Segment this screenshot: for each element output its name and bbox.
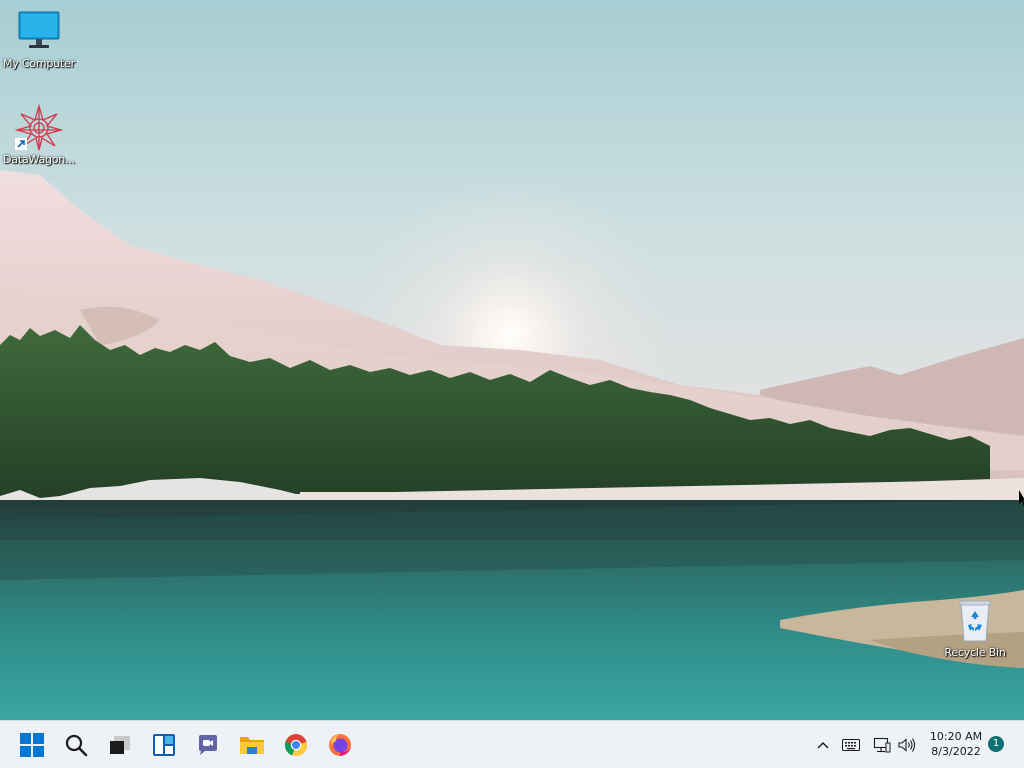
taskbar: 10:20 AM 8/3/2022	[0, 720, 1024, 768]
widgets-icon	[153, 734, 175, 756]
folder-icon	[240, 737, 264, 754]
firefox-button[interactable]	[320, 727, 360, 763]
network-icon	[873, 737, 891, 753]
chat-button[interactable]	[188, 727, 228, 763]
keyboard-icon	[842, 739, 860, 751]
desktop[interactable]: My Computer DataWagon... Recycle Bin	[0, 0, 1024, 720]
widgets-button[interactable]	[144, 727, 184, 763]
desktop-icon-label: Recycle Bin	[944, 646, 1006, 659]
desktop-icon-recycle-bin[interactable]: Recycle Bin	[937, 597, 1013, 659]
chevron-up-icon	[817, 742, 829, 749]
clock-time: 10:20 AM	[929, 730, 983, 743]
chrome-icon	[284, 734, 307, 757]
desktop-icon-label: My Computer	[3, 57, 75, 70]
desktop-icon-my-computer[interactable]: My Computer	[1, 8, 77, 70]
datawagon-app-icon	[14, 103, 64, 152]
firefox-icon	[329, 734, 351, 756]
volume-icon	[898, 738, 916, 752]
show-hidden-icons-button[interactable]	[811, 733, 835, 757]
start-button[interactable]	[12, 727, 52, 763]
search-button[interactable]	[56, 727, 96, 763]
touch-keyboard-button[interactable]	[839, 733, 863, 757]
task-view-button[interactable]	[100, 727, 140, 763]
clock-date: 8/3/2022	[931, 745, 981, 758]
notification-badge[interactable]: 1	[988, 736, 1004, 752]
desktop-icon-label: DataWagon...	[3, 153, 75, 166]
chrome-button[interactable]	[276, 727, 316, 763]
file-explorer-button[interactable]	[232, 727, 272, 763]
mouse-cursor-icon	[1019, 490, 1024, 512]
desktop-icon-datawagon[interactable]: DataWagon...	[1, 103, 77, 166]
search-icon	[65, 734, 88, 757]
clock[interactable]: 10:20 AM 8/3/2022	[922, 727, 990, 763]
teams-chat-icon	[199, 735, 217, 755]
task-view-icon	[110, 736, 130, 754]
windows-logo-icon	[20, 733, 44, 757]
recycle-bin-icon	[951, 597, 999, 645]
wallpaper	[0, 0, 1024, 720]
monitor-icon	[15, 8, 63, 56]
network-button[interactable]	[870, 733, 894, 757]
volume-button[interactable]	[895, 733, 919, 757]
